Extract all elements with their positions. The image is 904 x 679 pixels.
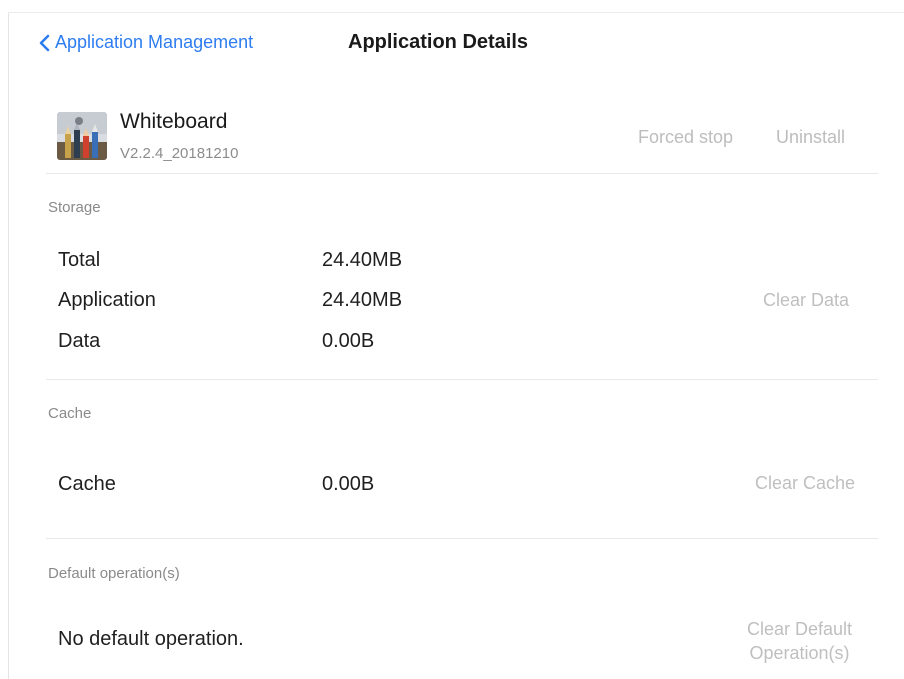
uninstall-button[interactable]: Uninstall xyxy=(776,127,845,148)
clear-cache-button[interactable]: Clear Cache xyxy=(755,473,855,494)
app-version: V2.2.4_20181210 xyxy=(120,145,239,162)
storage-data-value: 0.00B xyxy=(322,330,375,352)
divider xyxy=(46,379,878,380)
back-to-application-management-link[interactable]: Application Management xyxy=(38,32,253,53)
storage-total-label: Total xyxy=(58,249,101,271)
cache-section-label: Cache xyxy=(48,405,92,422)
clear-default-operations-button[interactable]: Clear Default Operation(s) xyxy=(747,617,852,665)
clear-default-label-line1: Clear Default xyxy=(747,619,853,639)
cache-label: Cache xyxy=(58,473,116,495)
divider xyxy=(46,173,878,174)
frame-border-left xyxy=(8,12,9,679)
page-title: Application Details xyxy=(348,31,529,53)
divider xyxy=(46,538,878,539)
whiteboard-app-icon xyxy=(57,112,107,160)
storage-section-label: Storage xyxy=(48,199,101,216)
cache-value: 0.00B xyxy=(322,473,375,495)
chevron-left-icon xyxy=(39,34,50,51)
storage-data-label: Data xyxy=(58,330,101,352)
frame-border-top xyxy=(8,12,904,13)
forced-stop-button[interactable]: Forced stop xyxy=(638,127,733,148)
app-details-screen: Application Management Application Detai… xyxy=(0,0,904,679)
no-default-operation-text: No default operation. xyxy=(58,628,244,650)
storage-application-label: Application xyxy=(58,289,156,311)
back-link-label: Application Management xyxy=(55,32,254,52)
app-name: Whiteboard xyxy=(120,110,228,133)
clear-default-label-line2: Operation(s) xyxy=(749,643,850,663)
storage-total-value: 24.40MB xyxy=(322,249,403,271)
default-operations-section-label: Default operation(s) xyxy=(48,565,180,582)
storage-application-value: 24.40MB xyxy=(322,289,403,311)
clear-data-button[interactable]: Clear Data xyxy=(763,290,849,311)
